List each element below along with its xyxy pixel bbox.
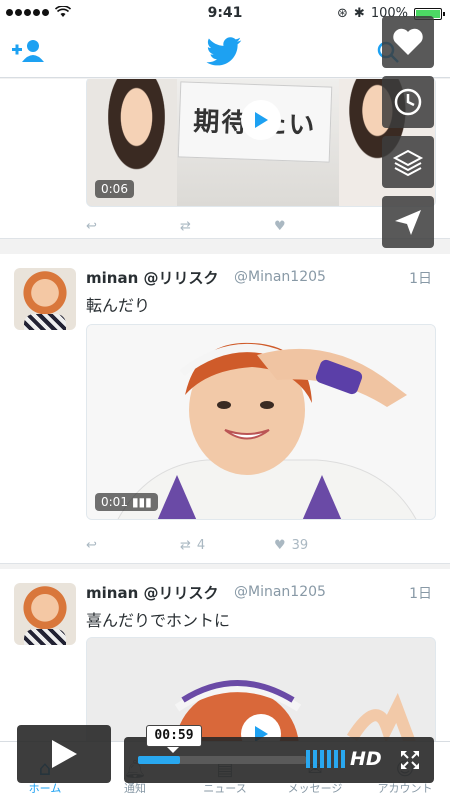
volume-control[interactable]	[306, 750, 345, 768]
tweet-handle: @Minan1205	[234, 584, 326, 600]
play-overlay-icon[interactable]	[241, 100, 281, 140]
video-frame-image	[87, 325, 435, 519]
tweet-handle: @Minan1205	[234, 269, 326, 285]
tweet-video[interactable]: 0:01 ▮▮▮	[86, 324, 436, 520]
send-icon	[395, 210, 421, 235]
floating-history-button[interactable]	[382, 76, 434, 128]
clock-icon	[394, 88, 422, 116]
heart-icon	[393, 28, 423, 55]
bluetooth-icon: ✱	[353, 6, 365, 21]
retweet-icon: ⇄	[180, 219, 191, 234]
volume-bars-icon: ▮▮▮	[131, 495, 152, 509]
fullscreen-icon[interactable]	[400, 750, 420, 770]
like-button[interactable]: ♥	[274, 219, 368, 234]
retweet-icon: ⇄	[180, 538, 191, 553]
tweet-actions: ↩ ⇄ 4 ♥ 39	[86, 538, 368, 553]
layers-icon	[392, 149, 424, 177]
add-user-icon[interactable]	[12, 38, 44, 64]
seek-bar[interactable]	[138, 756, 306, 764]
avatar[interactable]	[14, 268, 76, 330]
player-play-button[interactable]	[17, 725, 111, 783]
reply-icon: ↩	[86, 219, 97, 234]
hd-toggle[interactable]: HD	[350, 748, 382, 770]
floating-like-button[interactable]	[382, 16, 434, 68]
video-duration-badge: 0:06	[95, 180, 134, 198]
tweet-time: 1日	[409, 586, 432, 602]
tweet-text: 喜んだりでホントに	[86, 611, 231, 630]
heart-icon: ♥	[274, 538, 286, 553]
reply-button[interactable]: ↩	[86, 538, 180, 553]
tweet-card[interactable]: minan @リリスク @Minan1205 1日 転んだり 0:01 ▮▮▮ …	[0, 254, 450, 564]
current-time-tooltip: 00:59	[146, 725, 202, 753]
like-button[interactable]: ♥ 39	[274, 538, 368, 553]
tweet-display-name[interactable]: minan @リリスク	[86, 582, 218, 603]
retweet-button[interactable]: ⇄ 4	[180, 538, 274, 553]
play-icon	[52, 740, 77, 768]
floating-share-button[interactable]	[382, 196, 434, 248]
tweet-time: 1日	[409, 271, 432, 287]
floating-layers-button[interactable]	[382, 136, 434, 188]
tweet-actions: ↩ ⇄ ♥	[86, 219, 368, 234]
reply-icon: ↩	[86, 538, 97, 553]
twitter-bird-icon[interactable]	[206, 36, 242, 68]
seek-progress	[138, 756, 180, 764]
reply-button[interactable]: ↩	[86, 219, 180, 234]
tweet-display-name[interactable]: minan @リリスク	[86, 267, 218, 288]
video-duration-badge: 0:01 ▮▮▮	[95, 493, 158, 511]
orientation-lock-icon: ⊛	[337, 6, 348, 21]
tweet-text: 転んだり	[86, 296, 151, 315]
avatar[interactable]	[14, 583, 76, 645]
heart-icon: ♥	[274, 219, 286, 234]
retweet-button[interactable]: ⇄	[180, 219, 274, 234]
